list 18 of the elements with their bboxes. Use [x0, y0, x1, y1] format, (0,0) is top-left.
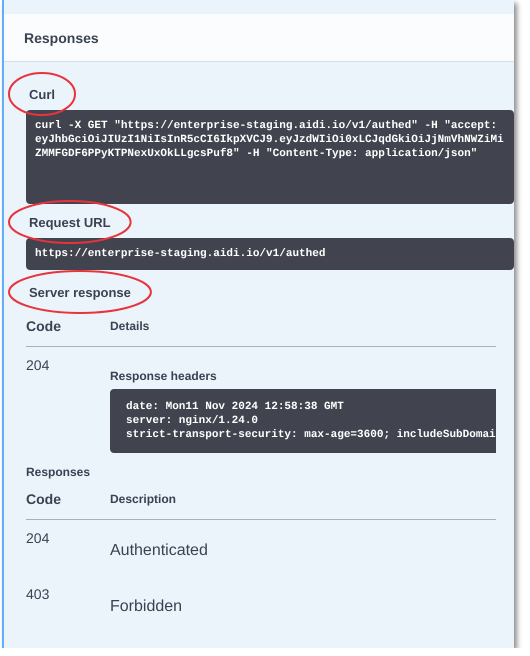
column-header: Code	[26, 318, 110, 346]
status-code: 204	[26, 530, 50, 546]
section-label: Server response	[29, 285, 131, 300]
status-code: 403	[26, 586, 50, 602]
response-description: Forbidden	[110, 598, 182, 616]
column-header: Details	[110, 318, 496, 346]
headers-label: Response headers	[110, 369, 218, 383]
code-block: date: Mon11 Nov 2024 12:58:38 GMT server: nginx/1.24.0 strict-transport-security: max-age=3600; includeSubDomai	[110, 389, 496, 453]
code-block: https://enterprise-staging.aidi.io/v1/authed	[26, 238, 514, 270]
status-code: 204	[26, 357, 50, 373]
code-block: curl -X GET "https://enterprise-staging.aidi.io/v1/authed" -H "accept: eyJhbGciOiJIUzI1NiIsInR5cCI6IkpXVCJ9.eyJzdWIiOi0xLCJqdGkiOiJjNmVhNWZiMi ZMMFGDF6PPyKTPNexUxOkLLgcsPuf8" -H "Content-Type: application/json"	[26, 110, 514, 204]
column-header: Description	[110, 491, 496, 520]
section-title: Responses	[24, 30, 99, 46]
column-header: Code	[26, 491, 110, 520]
section-label: Curl	[29, 87, 55, 102]
subsection-title: Responses	[26, 465, 92, 479]
response-description: Authenticated	[110, 542, 208, 560]
section-label: Request URL	[29, 215, 111, 230]
